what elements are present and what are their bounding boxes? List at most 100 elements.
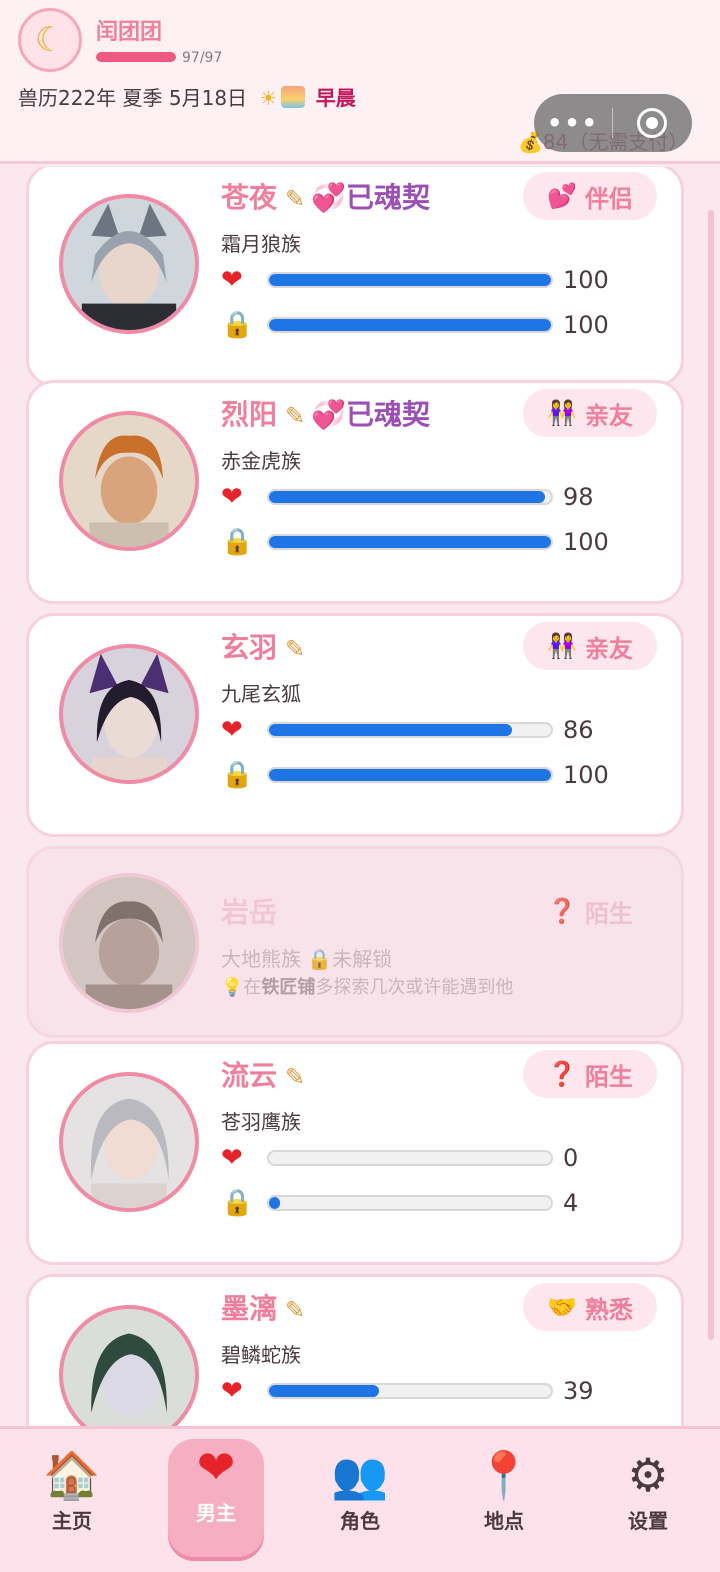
edit-icon[interactable]: ✎ (285, 1296, 305, 1324)
nav-locations[interactable]: 📍 地点 (456, 1447, 552, 1557)
hp-text: 97/97 (182, 50, 223, 66)
character-card[interactable]: 流云 ✎ ❓ 陌生 苍羽鹰族 ❤ 0 🔒 4 (26, 1041, 684, 1265)
race-text: 苍羽鹰族 (221, 1110, 301, 1134)
lock-row: 🔒 100 (221, 524, 661, 560)
relationship-badge: 🤝 熟悉 (523, 1283, 657, 1331)
hp-bar (96, 52, 176, 62)
race-text: 碧鳞蛇族 (221, 1343, 301, 1367)
lock-bar (267, 1195, 553, 1211)
character-name: 流云 ✎ (221, 1059, 306, 1092)
lock-icon: 🔒 (221, 527, 254, 557)
lock-value: 100 (563, 528, 609, 556)
close-button[interactable] (613, 108, 691, 138)
relationship-badge: ❓ 陌生 (547, 897, 633, 928)
date-line: 兽历222年 夏季 5月18日 ☀ 早晨 (18, 82, 356, 111)
hearts-icon: 💞 (311, 181, 346, 214)
affection-bar (267, 489, 553, 505)
character-name: 烈阳 ✎ 💞已魂契 (221, 398, 431, 431)
affection-value: 100 (563, 266, 609, 294)
character-card-locked[interactable]: 岩岳 ❓ 陌生 大地熊族 🔒未解锁 💡在铁匠铺多探索几次或许能遇到他 (26, 846, 684, 1038)
heart-icon: ❤ (221, 715, 243, 745)
time-of-day: 早晨 (315, 86, 356, 110)
heart-icon: ❤ (221, 482, 243, 512)
character-name: 岩岳 (221, 896, 278, 929)
character-avatar (59, 644, 199, 784)
character-card[interactable]: 墨漓 ✎ 🤝 熟悉 碧鳞蛇族 ❤ 39 (26, 1274, 684, 1426)
character-avatar (59, 1305, 199, 1426)
lock-bar (267, 534, 553, 550)
character-card[interactable]: 烈阳 ✎ 💞已魂契 👭 亲友 赤金虎族 ❤ 98 🔒 100 (26, 380, 684, 604)
home-icon: 🏠 (43, 1448, 101, 1502)
lock-bar (267, 317, 553, 333)
lock-value: 100 (563, 761, 609, 789)
character-name: 玄羽 ✎ (221, 631, 306, 664)
close-icon (637, 108, 667, 138)
affection-value: 86 (563, 716, 594, 744)
people-icon: 👥 (331, 1448, 389, 1502)
nav-settings[interactable]: ⚙ 设置 (600, 1447, 696, 1557)
affection-row: ❤ 86 (221, 712, 661, 748)
locked-label: 🔒未解锁 (307, 947, 393, 971)
affection-bar (267, 1150, 553, 1166)
relationship-badge: 💕 伴侣 (523, 172, 657, 220)
lock-value: 4 (563, 1189, 579, 1217)
heart-icon: ❤ (196, 1440, 236, 1494)
character-list[interactable]: 苍夜 ✎ 💞已魂契 💕 伴侣 霜月狼族 ❤ 100 🔒 100 烈阳 ✎ 💞已魂契 👭 亲友… (0, 167, 720, 1426)
character-avatar (59, 1072, 199, 1212)
character-avatar (59, 411, 199, 551)
affection-row: ❤ 98 (221, 479, 661, 515)
lock-value: 100 (563, 311, 609, 339)
status-header: ☾ 闰团团 97/97 兽历222年 夏季 5月18日 ☀ 早晨 💰84（无需支… (0, 0, 720, 164)
heart-icon: ❤ (221, 1143, 243, 1173)
hearts-icon: 💞 (311, 398, 346, 431)
soul-bound-badge: 💞已魂契 (311, 398, 431, 431)
nav-home[interactable]: 🏠 主页 (24, 1447, 120, 1557)
more-button[interactable]: ••• (534, 109, 612, 137)
lock-bar (267, 767, 553, 783)
nav-characters[interactable]: 👥 角色 (312, 1447, 408, 1557)
affection-value: 98 (563, 483, 594, 511)
list-scrollbar[interactable] (708, 210, 714, 1340)
affection-bar (267, 272, 553, 288)
relationship-badge: 👭 亲友 (523, 389, 657, 437)
soul-bound-badge: 💞已魂契 (311, 181, 431, 214)
affection-row: ❤ 100 (221, 262, 661, 298)
affection-row: ❤ 0 (221, 1140, 661, 1176)
edit-icon[interactable]: ✎ (285, 1063, 305, 1091)
nav-male-leads[interactable]: ❤ 男主 (168, 1439, 264, 1557)
player-name: 闰团团 (96, 20, 163, 45)
lock-row: 🔒 100 (221, 757, 661, 793)
edit-icon[interactable]: ✎ (285, 402, 305, 430)
race-text: 九尾玄狐 (221, 682, 301, 706)
lock-icon: 🔒 (221, 760, 254, 790)
race-text: 霜月狼族 (221, 232, 301, 256)
edit-icon[interactable]: ✎ (285, 185, 305, 213)
race-text: 赤金虎族 (221, 449, 301, 473)
unlock-hint: 💡在铁匠铺多探索几次或许能遇到他 (221, 977, 514, 998)
sun-icon: ☀ (259, 86, 278, 110)
heart-icon: ❤ (221, 1376, 243, 1406)
sunrise-icon (281, 86, 306, 108)
character-card[interactable]: 玄羽 ✎ 👭 亲友 九尾玄狐 ❤ 86 🔒 100 (26, 613, 684, 837)
character-name: 苍夜 ✎ 💞已魂契 (221, 181, 431, 214)
mini-program-capsule: ••• (534, 94, 692, 152)
player-avatar[interactable]: ☾ (18, 8, 82, 72)
affection-value: 0 (563, 1144, 579, 1172)
character-avatar (59, 873, 199, 1013)
lock-row: 🔒 100 (221, 307, 661, 343)
character-avatar (59, 194, 199, 334)
moon-icon: ☾ (34, 20, 66, 60)
relationship-badge: 👭 亲友 (523, 622, 657, 670)
character-card[interactable]: 苍夜 ✎ 💞已魂契 💕 伴侣 霜月狼族 ❤ 100 🔒 100 (26, 167, 684, 387)
relationship-badge: ❓ 陌生 (523, 1050, 657, 1098)
race-text: 大地熊族 🔒未解锁 (221, 947, 393, 971)
affection-value: 39 (563, 1377, 594, 1405)
edit-icon[interactable]: ✎ (285, 635, 305, 663)
date-text: 兽历222年 夏季 5月18日 (18, 86, 248, 110)
lock-icon: 🔒 (221, 1188, 254, 1218)
bottom-nav: 🏠 主页 ❤ 男主 👥 角色 📍 地点 ⚙ 设置 (0, 1426, 720, 1572)
character-name: 墨漓 ✎ (221, 1292, 306, 1325)
lock-icon: 🔒 (221, 310, 254, 340)
pin-icon: 📍 (475, 1448, 533, 1502)
affection-bar (267, 722, 553, 738)
